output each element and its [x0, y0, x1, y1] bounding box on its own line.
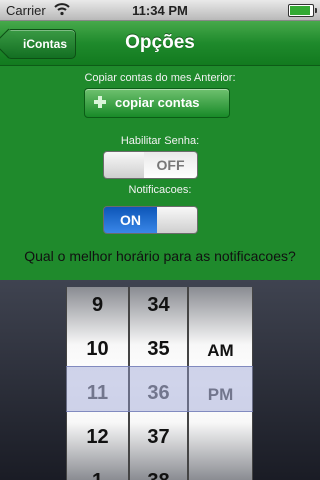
- password-toggle[interactable]: OFF: [103, 151, 198, 179]
- copy-accounts-button-label: copiar contas: [115, 95, 200, 110]
- copy-accounts-button[interactable]: copiar contas: [84, 88, 230, 118]
- copy-accounts-label: Copiar contas do mes Anterior:: [84, 72, 236, 84]
- battery-icon: [288, 4, 317, 17]
- password-label: Habilitar Senha:: [120, 135, 200, 147]
- minute-option[interactable]: 37: [130, 415, 187, 459]
- minute-option[interactable]: 38: [130, 459, 187, 480]
- password-toggle-state: OFF: [144, 152, 197, 178]
- notification-time-question: Qual o melhor horário para as notificaco…: [24, 248, 296, 264]
- time-picker: 9 10 11 12 1 34 35 36 37 38 AM PM: [0, 280, 320, 480]
- hour-option[interactable]: 12: [67, 415, 128, 459]
- hour-option[interactable]: 9: [67, 287, 128, 327]
- status-bar: Carrier 11:34 PM: [0, 0, 320, 21]
- minute-option[interactable]: 34: [130, 287, 187, 327]
- navigation-bar: Opções iContas: [0, 21, 320, 66]
- hour-option[interactable]: 1: [67, 459, 128, 480]
- options-content: Copiar contas do mes Anterior: copiar co…: [0, 66, 320, 280]
- notifications-toggle-state: ON: [104, 207, 157, 233]
- status-time: 11:34 PM: [132, 3, 188, 18]
- notifications-toggle-knob: [157, 207, 197, 233]
- notifications-toggle[interactable]: ON: [103, 206, 198, 234]
- back-button-label: iContas: [23, 37, 68, 51]
- minute-option[interactable]: 35: [130, 327, 187, 371]
- plus-icon: [94, 96, 106, 108]
- back-button[interactable]: iContas: [6, 29, 77, 59]
- password-toggle-knob: [104, 152, 144, 178]
- hour-option[interactable]: 10: [67, 327, 128, 371]
- picker-selection-indicator: [66, 366, 253, 412]
- notifications-label: Notificacoes:: [128, 184, 192, 196]
